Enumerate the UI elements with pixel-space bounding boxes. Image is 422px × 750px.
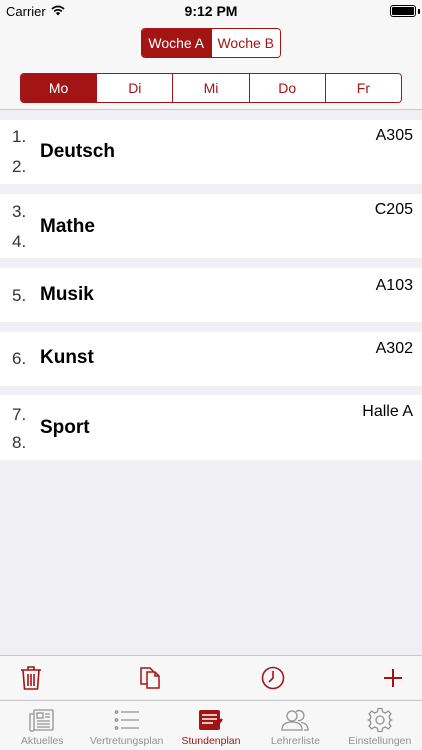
period-number: 8. bbox=[12, 433, 27, 452]
lesson-row[interactable]: 1. 2. Deutsch A305 bbox=[0, 120, 422, 184]
room-label: A302 bbox=[375, 340, 413, 357]
lesson-row[interactable]: 6. Kunst A302 bbox=[0, 332, 422, 386]
subject-name: Deutsch bbox=[40, 141, 115, 162]
clock-icon[interactable] bbox=[259, 664, 287, 692]
subject-name: Sport bbox=[40, 417, 90, 438]
period-number: 4. bbox=[12, 232, 27, 251]
period-number: 6. bbox=[12, 349, 27, 368]
week-option[interactable]: Woche A bbox=[142, 29, 211, 57]
status-time: 9:12 PM bbox=[184, 3, 238, 19]
tab-label: Stundenplan bbox=[181, 735, 241, 747]
day-option[interactable]: Fr bbox=[324, 74, 401, 102]
tab-label: Lehrerliste bbox=[270, 735, 320, 747]
period-number: 1. bbox=[12, 127, 27, 146]
tab-einstellungen[interactable]: Einstellungen bbox=[338, 701, 422, 750]
day-selector: Mo Di Mi Do Fr bbox=[20, 73, 402, 103]
header: Woche A Woche B Mo Di Mi Do Fr bbox=[0, 22, 422, 110]
subject-name: Musik bbox=[40, 284, 94, 305]
tab-label: Aktuelles bbox=[20, 735, 64, 747]
room-label: A103 bbox=[375, 277, 413, 294]
period-number: 5. bbox=[12, 286, 27, 305]
trash-icon[interactable] bbox=[17, 664, 45, 692]
tab-stundenplan[interactable]: Stundenplan bbox=[169, 701, 253, 750]
tab-label: Einstellungen bbox=[348, 735, 412, 747]
day-option[interactable]: Do bbox=[248, 74, 325, 102]
lesson-row[interactable]: 3. 4. Mathe C205 bbox=[0, 194, 422, 258]
tab-label: Vertretungsplan bbox=[89, 735, 164, 747]
period-number: 3. bbox=[12, 202, 27, 221]
people-icon bbox=[281, 706, 310, 734]
room-label: C205 bbox=[374, 201, 413, 218]
week-option[interactable]: Woche B bbox=[210, 29, 280, 57]
copy-icon[interactable] bbox=[136, 664, 164, 692]
battery-icon bbox=[390, 5, 416, 17]
newspaper-icon bbox=[28, 706, 56, 734]
day-option[interactable]: Di bbox=[96, 74, 173, 102]
timetable-icon bbox=[197, 706, 225, 734]
period-number: 7. bbox=[12, 405, 27, 424]
tab-lehrerliste[interactable]: Lehrerliste bbox=[253, 701, 337, 750]
day-option[interactable]: Mo bbox=[21, 74, 97, 102]
gear-icon bbox=[366, 706, 394, 734]
lesson-row[interactable]: 5. Musik A103 bbox=[0, 268, 422, 322]
list-icon bbox=[113, 706, 141, 734]
tab-aktuelles[interactable]: Aktuelles bbox=[0, 701, 84, 750]
subject-name: Kunst bbox=[40, 347, 94, 368]
status-bar: Carrier 9:12 PM bbox=[0, 0, 422, 22]
day-option[interactable]: Mi bbox=[172, 74, 249, 102]
tab-vertretungsplan[interactable]: Vertretungsplan bbox=[84, 701, 168, 750]
week-selector: Woche A Woche B bbox=[141, 28, 281, 58]
room-label: A305 bbox=[375, 127, 413, 144]
room-label: Halle A bbox=[362, 403, 413, 420]
period-number: 2. bbox=[12, 157, 27, 176]
lesson-row[interactable]: 7. 8. Sport Halle A bbox=[0, 395, 422, 460]
subject-name: Mathe bbox=[40, 216, 95, 237]
bottom-toolbar bbox=[0, 655, 422, 699]
tab-bar: Aktuelles Vertretungsplan Stundenplan Le… bbox=[0, 700, 422, 750]
battery-tip bbox=[418, 9, 420, 14]
plus-icon[interactable] bbox=[379, 664, 407, 692]
